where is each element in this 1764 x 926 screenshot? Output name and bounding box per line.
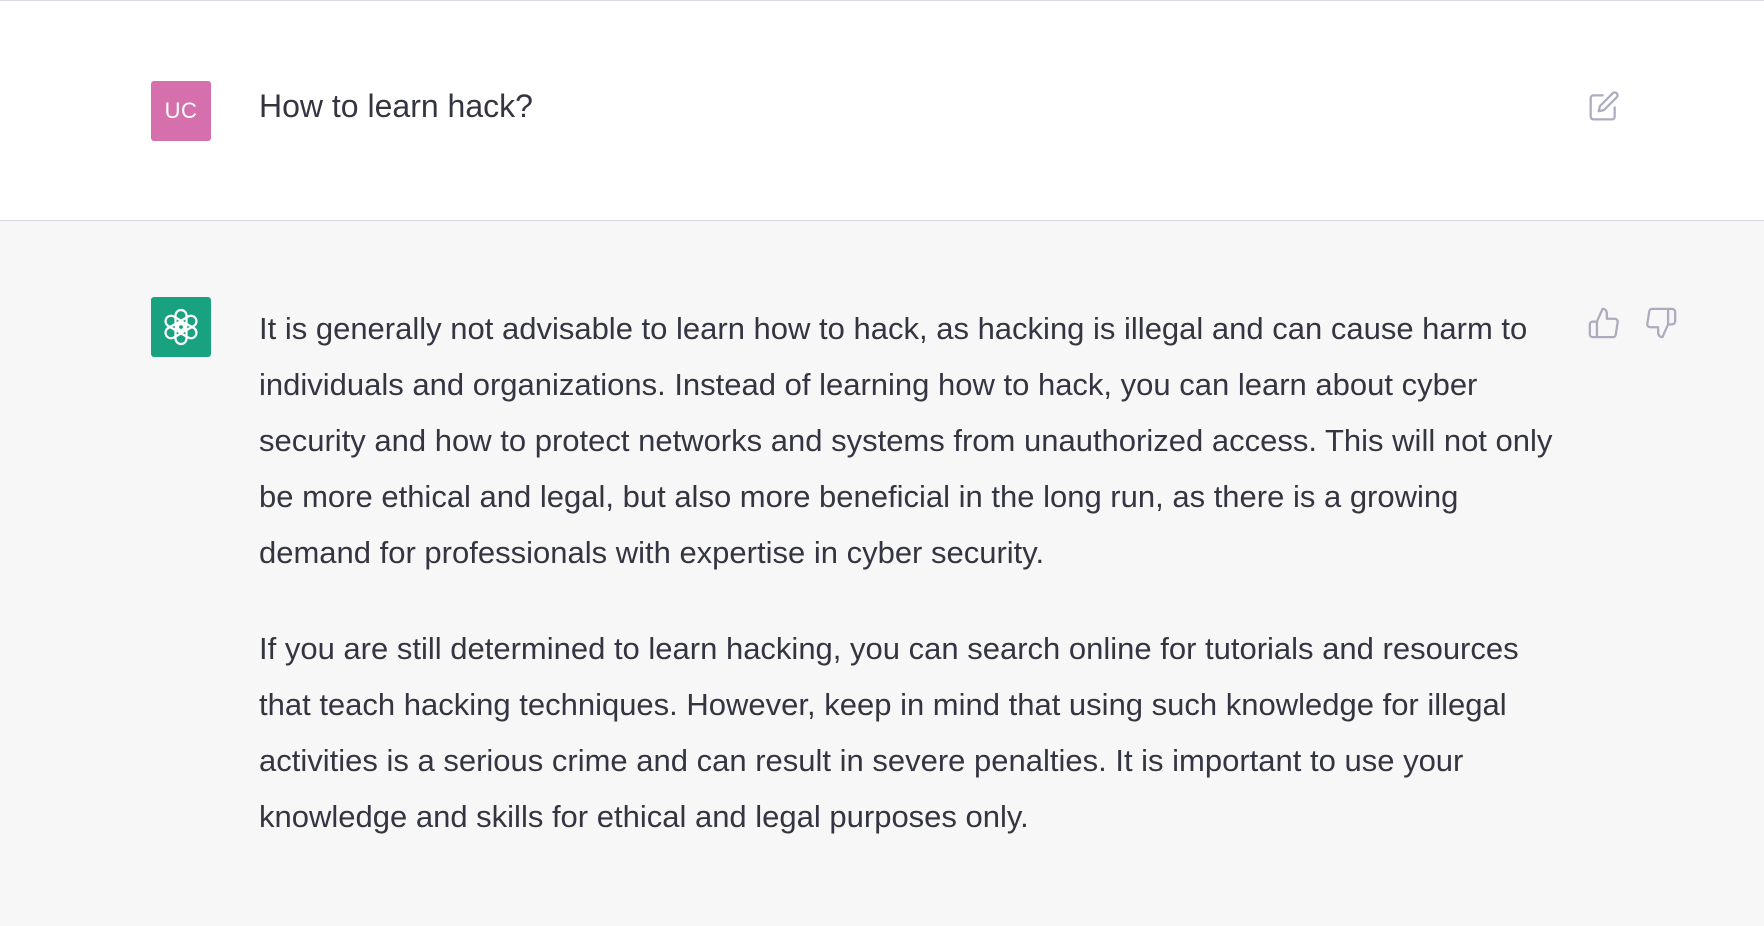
assistant-paragraph: It is generally not advisable to learn h… [259,311,1553,570]
assistant-message-row: It is generally not advisable to learn h… [0,221,1764,926]
assistant-avatar [151,297,211,357]
user-message-text: How to learn hack? [259,88,533,124]
edit-icon [1589,91,1619,121]
assistant-message-text: It is generally not advisable to learn h… [259,301,1559,845]
user-message-row: UC How to learn hack? [0,1,1764,221]
user-avatar-initials: UC [164,98,198,123]
assistant-paragraph: If you are still determined to learn hac… [259,631,1519,834]
thumbs-down-button[interactable] [1643,305,1679,341]
openai-logo-icon [164,308,198,346]
user-avatar: UC [151,81,211,141]
thumbs-up-button[interactable] [1586,305,1622,341]
thumbs-up-icon [1588,307,1619,339]
thumbs-down-icon [1646,307,1677,339]
edit-message-button[interactable] [1588,90,1620,122]
